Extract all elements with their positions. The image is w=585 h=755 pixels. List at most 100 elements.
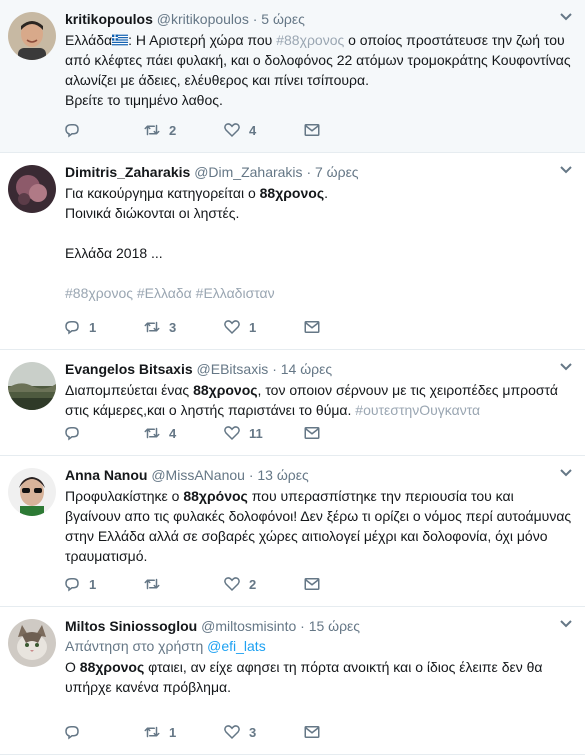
like-count: 4 xyxy=(249,122,257,138)
chevron-down-icon[interactable] xyxy=(559,466,573,480)
heart-icon xyxy=(223,723,249,741)
envelope-icon xyxy=(303,575,329,593)
avatar[interactable] xyxy=(8,468,56,516)
reply-count: 1 xyxy=(89,576,97,592)
tweet[interactable]: Anna Nanou @MissANanou · 13 ώρες Προφυλα… xyxy=(0,456,585,607)
chevron-down-icon[interactable] xyxy=(559,10,573,24)
highlighted-term: 88χρονος xyxy=(259,185,325,201)
display-name[interactable]: Evangelos Bitsaxis xyxy=(65,361,193,377)
tweet-actions: 1 2 xyxy=(63,564,383,604)
user-handle[interactable]: @MissANanou xyxy=(151,467,245,483)
like-button[interactable]: 2 xyxy=(223,575,303,593)
user-handle[interactable]: @kritikopoulos xyxy=(157,11,249,27)
tweet-actions: 2 4 xyxy=(63,110,383,150)
tweet-text-part: Διαπομπεύεται ένας xyxy=(65,382,194,398)
reply-button[interactable] xyxy=(63,424,143,442)
tweet[interactable]: Miltos Siniossoglou @miltosmisinto · 15 … xyxy=(0,607,585,755)
tweet-header: Anna Nanou @MissANanou · 13 ώρες xyxy=(65,466,573,484)
reply-to-handle[interactable]: @efi_lats xyxy=(207,638,266,654)
like-button[interactable]: 3 xyxy=(223,723,303,741)
reply-button[interactable] xyxy=(63,723,143,741)
retweet-button[interactable]: 4 xyxy=(143,424,223,442)
reply-icon xyxy=(63,121,89,139)
retweet-count: 4 xyxy=(169,425,177,441)
tweet-header: kritikopoulos @kritikopoulos · 5 ώρες xyxy=(65,10,573,28)
timestamp[interactable]: 14 ώρες xyxy=(281,361,332,377)
separator-dot: · xyxy=(272,361,277,377)
tweet[interactable]: Dimitris_Zaharakis @Dim_Zaharakis · 7 ώρ… xyxy=(0,153,585,350)
reply-button[interactable]: 1 xyxy=(63,575,143,593)
retweet-button[interactable]: 3 xyxy=(143,318,223,336)
envelope-icon xyxy=(303,318,329,336)
chevron-down-icon[interactable] xyxy=(559,617,573,631)
separator-dot: · xyxy=(306,164,312,180)
user-handle[interactable]: @EBitsaxis xyxy=(197,361,269,377)
reply-button[interactable] xyxy=(63,121,143,139)
tweet-actions: 4 11 xyxy=(63,413,383,453)
user-handle[interactable]: @Dim_Zaharakis xyxy=(194,164,302,180)
like-count: 2 xyxy=(249,576,257,592)
like-button[interactable]: 1 xyxy=(223,318,303,336)
timestamp[interactable]: 7 ώρες xyxy=(315,164,359,180)
tweet-text: Για κακούργημα κατηγορείται ο 88χρονος. … xyxy=(65,183,573,303)
highlighted-term: 88χρονος xyxy=(79,659,145,675)
envelope-icon xyxy=(303,424,329,442)
reply-icon xyxy=(63,575,89,593)
avatar[interactable] xyxy=(8,362,56,410)
heart-icon xyxy=(223,318,249,336)
timeline: kritikopoulos @kritikopoulos · 5 ώρες Ελ… xyxy=(0,0,585,755)
direct-message-button[interactable] xyxy=(303,121,383,139)
highlighted-term: 88χρόνος xyxy=(183,488,248,504)
timestamp[interactable]: 15 ώρες xyxy=(309,618,360,634)
tweet-header: Miltos Siniossoglou @miltosmisinto · 15 … xyxy=(65,617,573,635)
separator-dot: · xyxy=(252,11,258,27)
like-button[interactable]: 11 xyxy=(223,424,303,442)
retweet-button[interactable]: 1 xyxy=(143,723,223,741)
avatar[interactable] xyxy=(8,12,56,60)
tweet-text: Προφυλακίστηκε ο 88χρόνος που υπερασπίστ… xyxy=(65,486,573,566)
timestamp[interactable]: 5 ώρες xyxy=(261,11,305,27)
reply-icon xyxy=(63,723,89,741)
retweet-icon xyxy=(143,121,169,139)
retweet-icon xyxy=(143,424,169,442)
reply-count: 1 xyxy=(89,319,97,335)
timestamp[interactable]: 13 ώρες xyxy=(257,467,308,483)
reply-icon xyxy=(63,424,89,442)
tweet-text: Ελλάδα: Η Αριστερή χώρα που #88χρονος ο … xyxy=(65,30,573,110)
retweet-count: 3 xyxy=(169,319,177,335)
tweet[interactable]: Evangelos Bitsaxis @EBitsaxis · 14 ώρες … xyxy=(0,350,585,456)
hashtag-link[interactable]: #88χρονος xyxy=(276,32,344,48)
user-handle[interactable]: @miltosmisinto xyxy=(201,618,296,634)
retweet-button[interactable] xyxy=(143,575,223,593)
avatar[interactable] xyxy=(8,619,56,667)
direct-message-button[interactable] xyxy=(303,424,383,442)
like-count: 1 xyxy=(249,319,257,335)
hashtag-link[interactable]: #88χρονος #Ελλαδα #Ελλαδισταν xyxy=(65,285,275,301)
direct-message-button[interactable] xyxy=(303,318,383,336)
tweet-header: Evangelos Bitsaxis @EBitsaxis · 14 ώρες xyxy=(65,360,573,378)
envelope-icon xyxy=(303,121,329,139)
envelope-icon xyxy=(303,723,329,741)
tweet-text-part: Ο xyxy=(65,659,80,675)
separator-dot: · xyxy=(300,618,305,634)
chevron-down-icon[interactable] xyxy=(559,163,573,177)
tweet-text: Ο 88χρονος φταιει, αν είχε αφησει τη πόρ… xyxy=(65,657,573,697)
direct-message-button[interactable] xyxy=(303,575,383,593)
heart-icon xyxy=(223,424,249,442)
greek-flag-icon xyxy=(112,32,129,48)
display-name[interactable]: kritikopoulos xyxy=(65,11,153,27)
display-name[interactable]: Dimitris_Zaharakis xyxy=(65,164,190,180)
reply-to-line: Απάντηση στο χρήστη @efi_lats xyxy=(65,637,573,655)
like-button[interactable]: 4 xyxy=(223,121,303,139)
tweet-header: Dimitris_Zaharakis @Dim_Zaharakis · 7 ώρ… xyxy=(65,163,573,181)
display-name[interactable]: Anna Nanou xyxy=(65,467,147,483)
direct-message-button[interactable] xyxy=(303,723,383,741)
retweet-button[interactable]: 2 xyxy=(143,121,223,139)
display-name[interactable]: Miltos Siniossoglou xyxy=(65,618,197,634)
reply-button[interactable]: 1 xyxy=(63,318,143,336)
chevron-down-icon[interactable] xyxy=(559,360,573,374)
avatar[interactable] xyxy=(8,165,56,213)
tweet-text-part: Ελλάδα xyxy=(65,32,113,48)
reply-icon xyxy=(63,318,89,336)
tweet[interactable]: kritikopoulos @kritikopoulos · 5 ώρες Ελ… xyxy=(0,0,585,153)
